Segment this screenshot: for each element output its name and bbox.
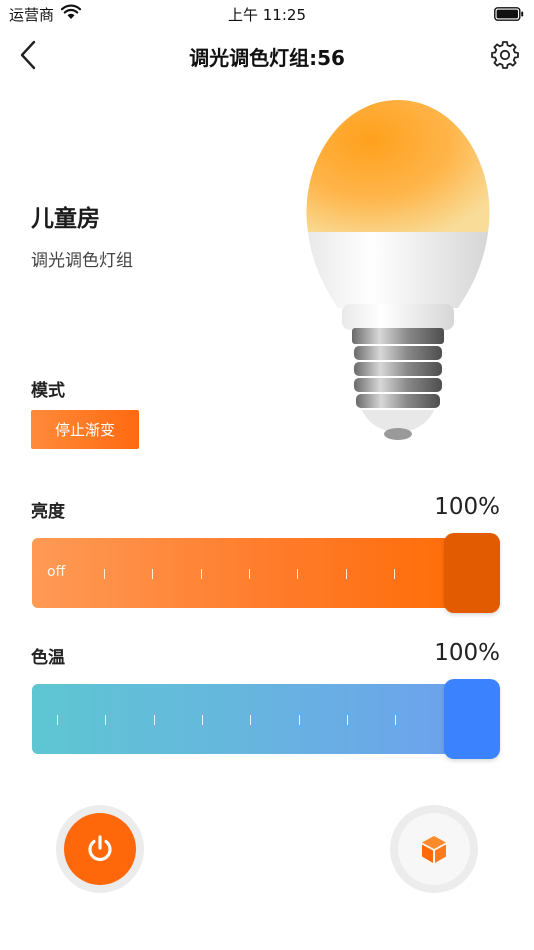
slider-tick [345, 569, 347, 579]
slider-tick [346, 715, 348, 725]
slider-tick [153, 715, 155, 725]
slider-tick [393, 569, 395, 579]
page-title: 调光调色灯组:56 [189, 46, 345, 70]
slider-tick [297, 569, 299, 579]
brightness-slider-handle[interactable] [444, 533, 500, 613]
power-icon [88, 835, 112, 862]
stop-gradient-button[interactable]: 停止渐变 [31, 410, 139, 449]
gear-icon [491, 41, 519, 69]
color-temp-slider[interactable] [32, 679, 500, 759]
slider-tick [152, 569, 154, 579]
slider-tick [298, 715, 300, 725]
brightness-slider[interactable]: off [32, 533, 500, 613]
slider-tick [395, 715, 397, 725]
clock: 上午 11:25 [228, 6, 306, 24]
status-bar: 运营商 上午 11:25 [0, 0, 534, 28]
brightness-label: 亮度 [31, 502, 65, 522]
settings-button[interactable] [490, 40, 520, 70]
scene-button-face [398, 813, 470, 885]
slider-tick [104, 569, 105, 579]
color-temp-slider-handle[interactable] [444, 679, 500, 759]
room-name: 儿童房 [31, 206, 100, 232]
slider-tick [201, 715, 203, 725]
slider-tick [57, 715, 58, 725]
mode-label: 模式 [31, 381, 65, 401]
brightness-off-label: off [47, 564, 66, 580]
cube-icon [422, 836, 446, 863]
slider-tick [250, 715, 252, 725]
slider-tick [200, 569, 202, 579]
light-bulb-image [306, 100, 490, 440]
power-button-face [64, 813, 136, 885]
slider-tick [105, 715, 107, 725]
color-temp-value: 100% [434, 640, 500, 666]
power-button[interactable] [56, 805, 144, 893]
color-temp-label: 色温 [31, 648, 65, 668]
battery-icon [494, 7, 524, 21]
brightness-value: 100% [434, 494, 500, 520]
slider-tick [248, 569, 250, 579]
device-type: 调光调色灯组 [31, 251, 133, 271]
scene-button[interactable] [390, 805, 478, 893]
